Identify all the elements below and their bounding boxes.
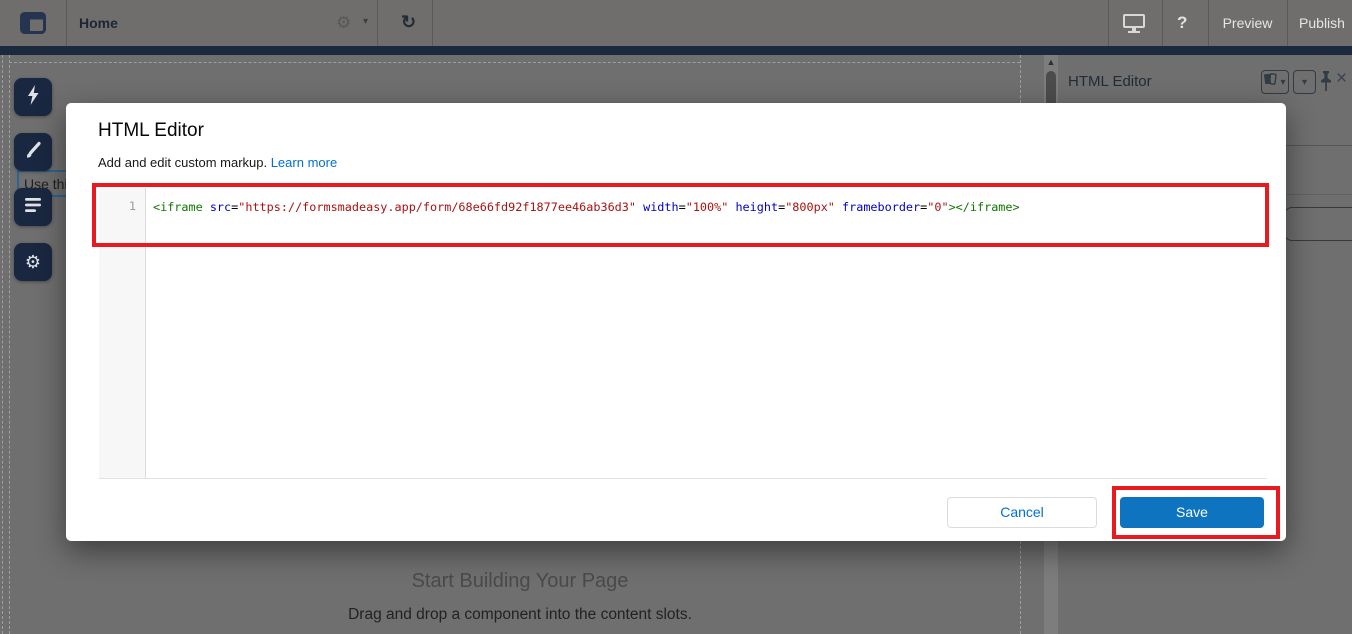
pin-icon[interactable] (1319, 71, 1333, 97)
line-number: 1 (99, 188, 145, 213)
modal-title: HTML Editor (98, 120, 204, 142)
code-editor-border (99, 478, 1267, 479)
help-button[interactable]: ? (1177, 0, 1187, 46)
modal-subtitle-text: Add and edit custom markup. (98, 155, 271, 170)
panel-collapse-button[interactable]: ▾ (1293, 70, 1316, 94)
page-settings-gear-icon[interactable]: ⚙ (336, 0, 351, 46)
toolbar-divider (1162, 0, 1163, 46)
publish-button[interactable]: Publish (1287, 0, 1352, 46)
sidebar-item-theme[interactable] (14, 133, 52, 171)
empty-state-title: Start Building Your Page (140, 570, 900, 593)
code-editor-content[interactable]: <iframe src="https://formsmadeasy.app/fo… (153, 198, 1020, 216)
content-slot-outline (2, 55, 3, 634)
empty-state-subtitle: Drag and drop a component into the conte… (140, 606, 900, 624)
code-editor-gutter: 1 (99, 188, 146, 478)
learn-more-link[interactable]: Learn more (271, 155, 337, 170)
refresh-icon[interactable]: ↻ (401, 0, 416, 46)
list-icon (25, 197, 42, 218)
canvas-empty-state: Start Building Your Page Drag and drop a… (140, 570, 900, 624)
toolbar-divider (377, 0, 378, 46)
paintbrush-icon (24, 141, 42, 164)
sidebar-item-components[interactable] (14, 78, 52, 116)
content-slot-outline (9, 55, 10, 634)
save-button[interactable]: Save (1120, 497, 1264, 528)
toolbar-divider (432, 0, 433, 46)
page-tab-home[interactable]: Home (79, 0, 118, 46)
page-settings-caret-icon[interactable]: ▾ (363, 0, 368, 46)
app-builder-logo-icon (20, 12, 46, 39)
device-preview-monitor-icon[interactable] (1123, 14, 1145, 33)
panel-clipped-button[interactable] (1284, 207, 1352, 241)
preview-button[interactable]: Preview (1208, 0, 1287, 46)
property-panel-title: HTML Editor (1068, 73, 1152, 90)
panel-close-icon[interactable]: × (1336, 68, 1347, 90)
cancel-button[interactable]: Cancel (947, 497, 1097, 528)
toolbar-divider (1108, 0, 1109, 46)
lightning-icon (26, 85, 40, 110)
sidebar-item-structure[interactable] (14, 188, 52, 226)
builder-toolbar: Home ⚙ ▾ ↻ ? Preview Publish (0, 0, 1352, 46)
panel-style-picker-button[interactable]: ▾ (1261, 70, 1289, 94)
caret-down-icon: ▾ (1302, 77, 1307, 88)
sidebar-item-settings[interactable]: ⚙ (14, 243, 52, 281)
caret-down-icon: ▾ (1280, 77, 1285, 88)
scrollbar-up-arrow-icon[interactable]: ▲ (1044, 57, 1058, 67)
page-header-strip (0, 46, 1352, 55)
modal-subtitle: Add and edit custom markup. Learn more (98, 155, 337, 170)
gear-icon: ⚙ (25, 253, 41, 271)
html-editor-modal: HTML Editor Add and edit custom markup. … (66, 103, 1286, 541)
style-cards-icon (1264, 73, 1280, 91)
experience-builder-screen: Home ⚙ ▾ ↻ ? Preview Publish Use thi (0, 0, 1352, 634)
content-slot-outline (9, 62, 1020, 63)
toolbar-divider (66, 0, 67, 46)
